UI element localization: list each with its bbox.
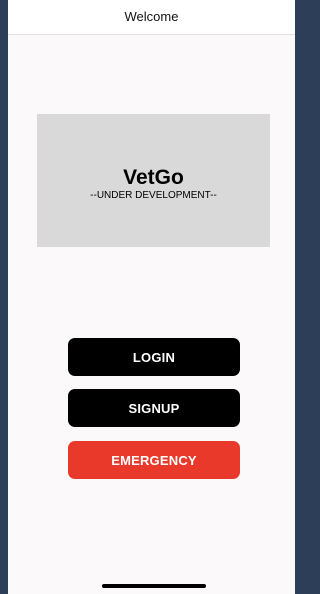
- home-indicator[interactable]: [102, 584, 206, 588]
- login-button[interactable]: LOGIN: [68, 338, 240, 376]
- app-banner: VetGo --UNDER DEVELOPMENT--: [37, 114, 270, 247]
- development-status: --UNDER DEVELOPMENT--: [90, 189, 217, 201]
- navigation-bar: Welcome: [8, 0, 295, 35]
- signup-button[interactable]: SIGNUP: [68, 389, 240, 427]
- page-title: Welcome: [124, 9, 179, 24]
- emergency-button[interactable]: EMERGENCY: [68, 441, 240, 479]
- app-name: VetGo: [123, 165, 184, 189]
- app-screen: Welcome VetGo --UNDER DEVELOPMENT-- LOGI…: [8, 0, 295, 594]
